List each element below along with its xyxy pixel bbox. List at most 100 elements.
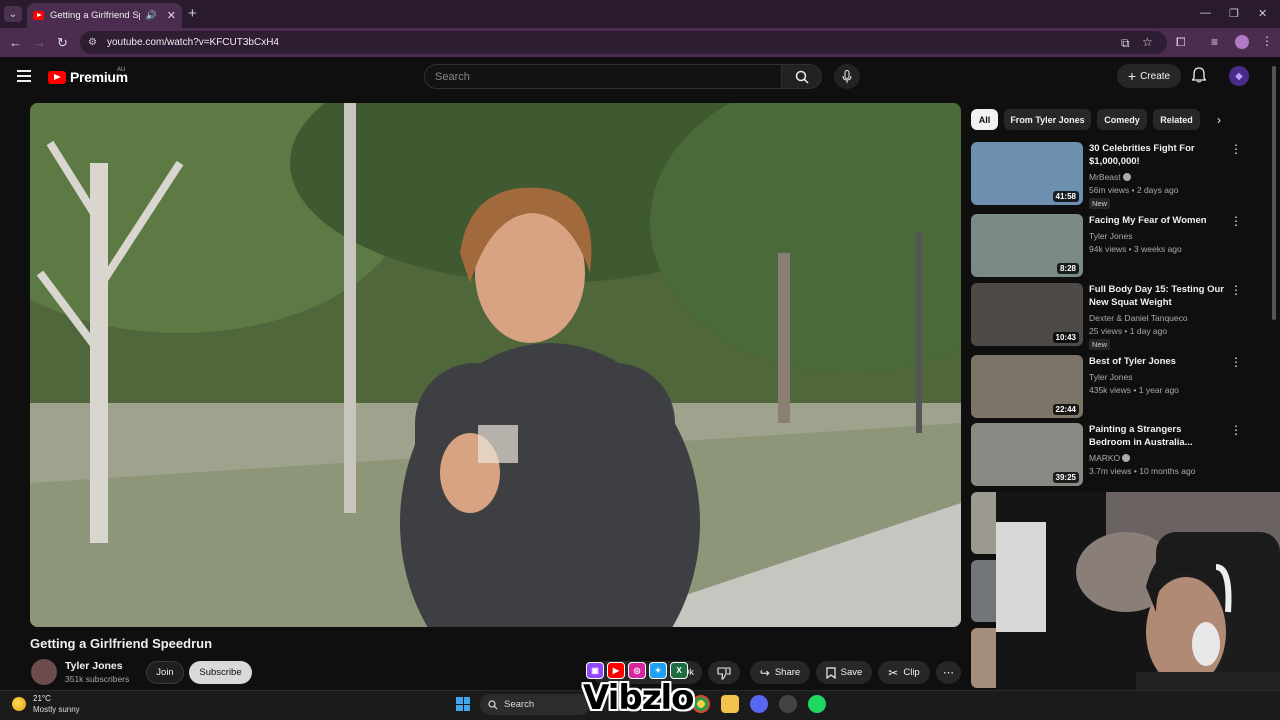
more-options-icon[interactable]: ⋮ [1230,143,1242,155]
recommendation-title[interactable]: Painting a Strangers Bedroom in Australi… [1089,423,1224,449]
obs-taskbar-icon[interactable] [779,695,797,713]
recommendation-title[interactable]: Best of Tyler Jones [1089,355,1224,368]
recommendation-item[interactable]: 39:25 Painting a Strangers Bedroom in Au… [971,423,1256,487]
more-actions-button[interactable]: ⋯ [936,661,961,684]
chip-from-tyler-jones[interactable]: From Tyler Jones [1004,109,1091,130]
video-thumbnail[interactable] [971,560,996,622]
recommendation-meta: 56m views • 2 days ago [1089,185,1179,195]
recommendation-channel[interactable]: MrBeast [1089,172,1131,182]
video-duration: 22:44 [1052,404,1079,415]
microphone-icon [842,69,852,83]
recommendation-item[interactable]: 8:28 Facing My Fear of Women Tyler Jones… [971,214,1256,278]
minimize-icon[interactable]: — [1200,7,1211,19]
more-options-icon[interactable]: ⋮ [1230,215,1242,227]
taskbar-search[interactable]: Search [480,694,590,715]
join-button[interactable]: Join [146,661,184,684]
video-thumbnail[interactable]: 22:44 [971,355,1083,418]
channel-avatar[interactable] [31,659,57,685]
save-button[interactable]: Save [816,661,872,684]
recommendation-item[interactable]: 41:58 30 Celebrities Fight For $1,000,00… [971,142,1256,209]
restore-icon[interactable]: ❐ [1229,7,1239,20]
address-url: youtube.com/watch?v=KFCUT3bCxH4 [106,37,279,48]
close-window-icon[interactable]: ✕ [1258,7,1267,20]
audio-playing-icon[interactable]: 🔊 [146,10,157,21]
voice-search-button[interactable] [834,64,860,89]
media-controls-icon[interactable]: ≡ [1211,35,1218,49]
vibzlo-logo: Vibzlo [583,678,695,718]
recommendation-title[interactable]: Full Body Day 15: Testing Our New Squat … [1089,283,1224,309]
dislike-button[interactable] [708,661,740,684]
recommendation-channel[interactable]: Tyler Jones [1089,231,1132,241]
recommendation-meta: 3.7m views • 10 months ago [1089,466,1196,476]
video-thumbnail[interactable]: 41:58 [971,142,1083,205]
recommendation-item[interactable]: 10:43 Full Body Day 15: Testing Our New … [971,283,1256,350]
search-button[interactable] [782,64,822,89]
clip-button[interactable]: ✂ Clip [878,661,930,684]
video-thumbnail[interactable]: 39:25 [971,423,1083,486]
channel-label: MrBeast [1089,172,1121,182]
search-icon [795,70,809,84]
recommendation-channel[interactable]: Dexter & Daniel Tanqueco [1089,313,1188,323]
file-explorer-icon[interactable] [721,695,739,713]
bookmark-star-icon[interactable]: ☆ [1142,35,1153,49]
instagram-icon: ◎ [628,662,646,679]
more-options-icon[interactable]: ⋮ [1230,356,1242,368]
new-tab-button[interactable]: + [188,5,197,22]
browser-tab-active[interactable]: Getting a Girlfriend Speedrun 🔊 ✕ [27,3,182,28]
video-duration: 10:43 [1052,332,1079,343]
address-bar[interactable]: ⚙ youtube.com/watch?v=KFCUT3bCxH4 [80,31,1167,54]
search-input[interactable]: Search [424,64,782,89]
notifications-button[interactable] [1191,67,1207,88]
install-app-icon[interactable]: ⧉ [1121,36,1130,51]
recommendation-meta: 25 views • 1 day ago [1089,326,1168,336]
recommendation-channel[interactable]: MARKO [1089,453,1131,463]
more-options-icon[interactable]: ⋮ [1230,424,1242,436]
video-thumbnail[interactable] [971,628,996,688]
recommendation-title[interactable]: 30 Celebrities Fight For $1,000,000! [1089,142,1224,168]
search-placeholder: Search [435,70,470,83]
chrome-taskbar-icon[interactable] [692,695,710,713]
close-tab-icon[interactable]: ✕ [167,9,176,22]
chevron-right-icon[interactable]: › [1217,113,1221,127]
youtube-premium-logo[interactable]: Premium [48,69,128,85]
region-code: AU [117,67,126,73]
share-button[interactable]: ↪ Share [750,661,810,684]
recommendation-item[interactable]: 22:44 Best of Tyler Jones Tyler Jones 43… [971,355,1256,419]
video-title: Getting a Girlfriend Speedrun [30,636,213,651]
create-button[interactable]: + Create [1117,64,1181,88]
back-icon[interactable]: ← [9,35,22,50]
discord-taskbar-icon[interactable] [750,695,768,713]
excel-icon: X [670,662,688,679]
weather-temperature[interactable]: 21°C [33,694,51,703]
browser-menu-icon[interactable]: ⋮ [1261,34,1273,48]
subscribe-button[interactable]: Subscribe [189,661,252,684]
video-thumbnail[interactable]: 8:28 [971,214,1083,277]
chip-all[interactable]: All [971,109,998,130]
video-thumbnail[interactable]: 10:43 [971,283,1083,346]
video-thumbnail[interactable] [971,492,996,554]
tab-search-button[interactable]: ⌄ [4,6,22,22]
site-info-icon[interactable]: ⚙ [88,37,97,48]
chip-comedy[interactable]: Comedy [1097,109,1147,130]
video-duration: 39:25 [1052,472,1079,483]
video-player[interactable] [30,103,961,627]
extensions-icon[interactable]: ⧠ [1176,35,1186,50]
channel-name[interactable]: Tyler Jones [65,660,123,672]
forward-icon[interactable]: → [33,35,46,50]
hamburger-menu-icon[interactable] [17,70,31,85]
recommendation-channel[interactable]: Tyler Jones [1089,372,1132,382]
new-badge: New [1089,198,1111,209]
scissors-icon: ✂ [888,665,899,680]
account-avatar[interactable]: ◆ [1229,66,1249,86]
recommendation-title[interactable]: Facing My Fear of Women [1089,214,1224,227]
verified-icon [1122,173,1131,181]
more-options-icon[interactable]: ⋮ [1230,284,1242,296]
profile-avatar[interactable] [1235,35,1249,49]
reload-icon[interactable]: ↻ [57,35,68,51]
sun-icon[interactable] [12,697,26,711]
spotify-taskbar-icon[interactable] [808,695,826,713]
chip-related[interactable]: Related [1153,109,1200,130]
windows-start-icon[interactable] [456,697,470,711]
page-scrollbar[interactable] [1272,66,1276,320]
weather-description[interactable]: Mostly sunny [33,705,80,714]
